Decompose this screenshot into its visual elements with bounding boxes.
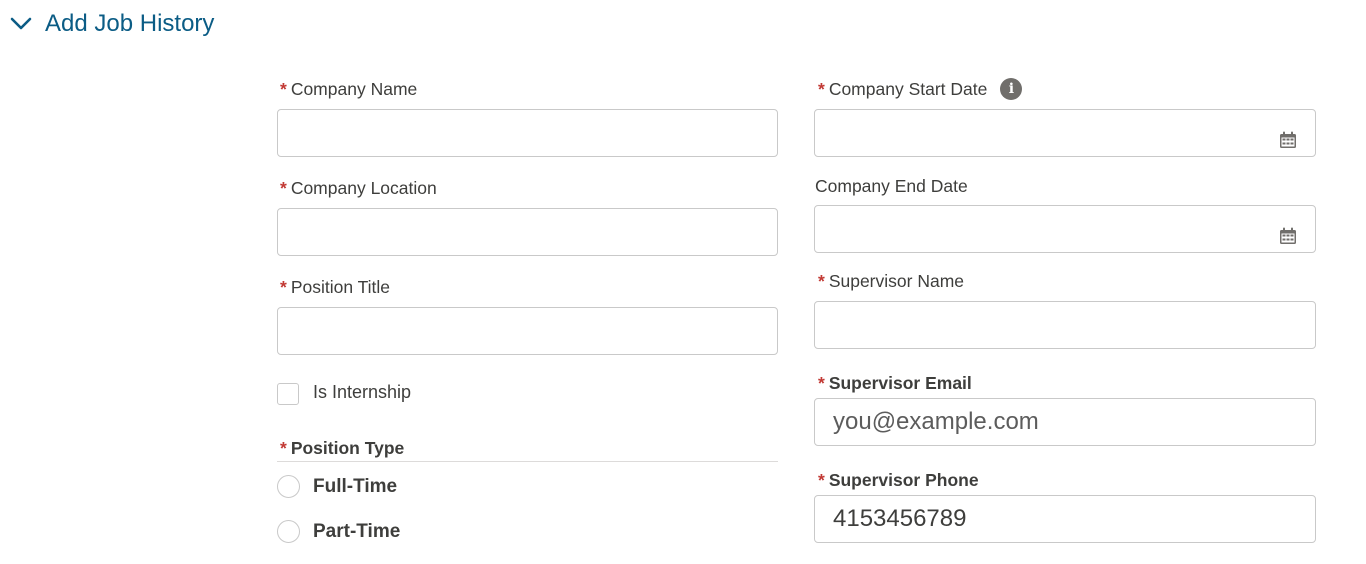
company-name-input[interactable]: [277, 109, 778, 157]
chevron-down-icon[interactable]: [10, 13, 32, 35]
position-type-divider: [277, 461, 778, 462]
company-location-input[interactable]: [277, 208, 778, 256]
company-location-label: * Company Location: [280, 178, 437, 198]
part-time-radio[interactable]: [277, 520, 300, 543]
required-marker: *: [818, 470, 825, 490]
supervisor-email-label: * Supervisor Email: [818, 373, 972, 393]
company-end-date-input[interactable]: [814, 205, 1316, 253]
full-time-radio[interactable]: [277, 475, 300, 498]
required-marker: *: [280, 277, 287, 297]
position-type-label: * Position Type: [280, 438, 405, 458]
supervisor-phone-label: * Supervisor Phone: [818, 470, 979, 490]
required-marker: *: [818, 373, 825, 393]
company-start-date-input[interactable]: [814, 109, 1316, 157]
position-title-input[interactable]: [277, 307, 778, 355]
required-marker: *: [818, 271, 825, 291]
required-marker: *: [280, 178, 287, 198]
full-time-label[interactable]: Full-Time: [313, 476, 397, 498]
company-name-label: * Company Name: [280, 79, 418, 99]
part-time-label[interactable]: Part-Time: [313, 521, 400, 543]
required-marker: *: [818, 79, 825, 99]
supervisor-email-input[interactable]: [814, 398, 1316, 446]
supervisor-name-input[interactable]: [814, 301, 1316, 349]
section-title: Add Job History: [45, 10, 215, 37]
calendar-icon[interactable]: [1279, 227, 1297, 245]
info-icon[interactable]: i: [1000, 78, 1023, 100]
is-internship-checkbox[interactable]: [277, 383, 299, 405]
calendar-icon[interactable]: [1279, 131, 1297, 149]
supervisor-phone-input[interactable]: [814, 495, 1316, 543]
section-toggle[interactable]: Add Job History: [10, 8, 214, 40]
is-internship-label: Is Internship: [313, 382, 412, 402]
required-marker: *: [280, 79, 287, 99]
company-end-date-label: Company End Date: [815, 176, 968, 196]
position-title-label: * Position Title: [280, 277, 391, 297]
company-start-date-label: * Company Start Date i: [818, 78, 1023, 100]
required-marker: *: [280, 438, 287, 458]
supervisor-name-label: * Supervisor Name: [818, 271, 965, 291]
